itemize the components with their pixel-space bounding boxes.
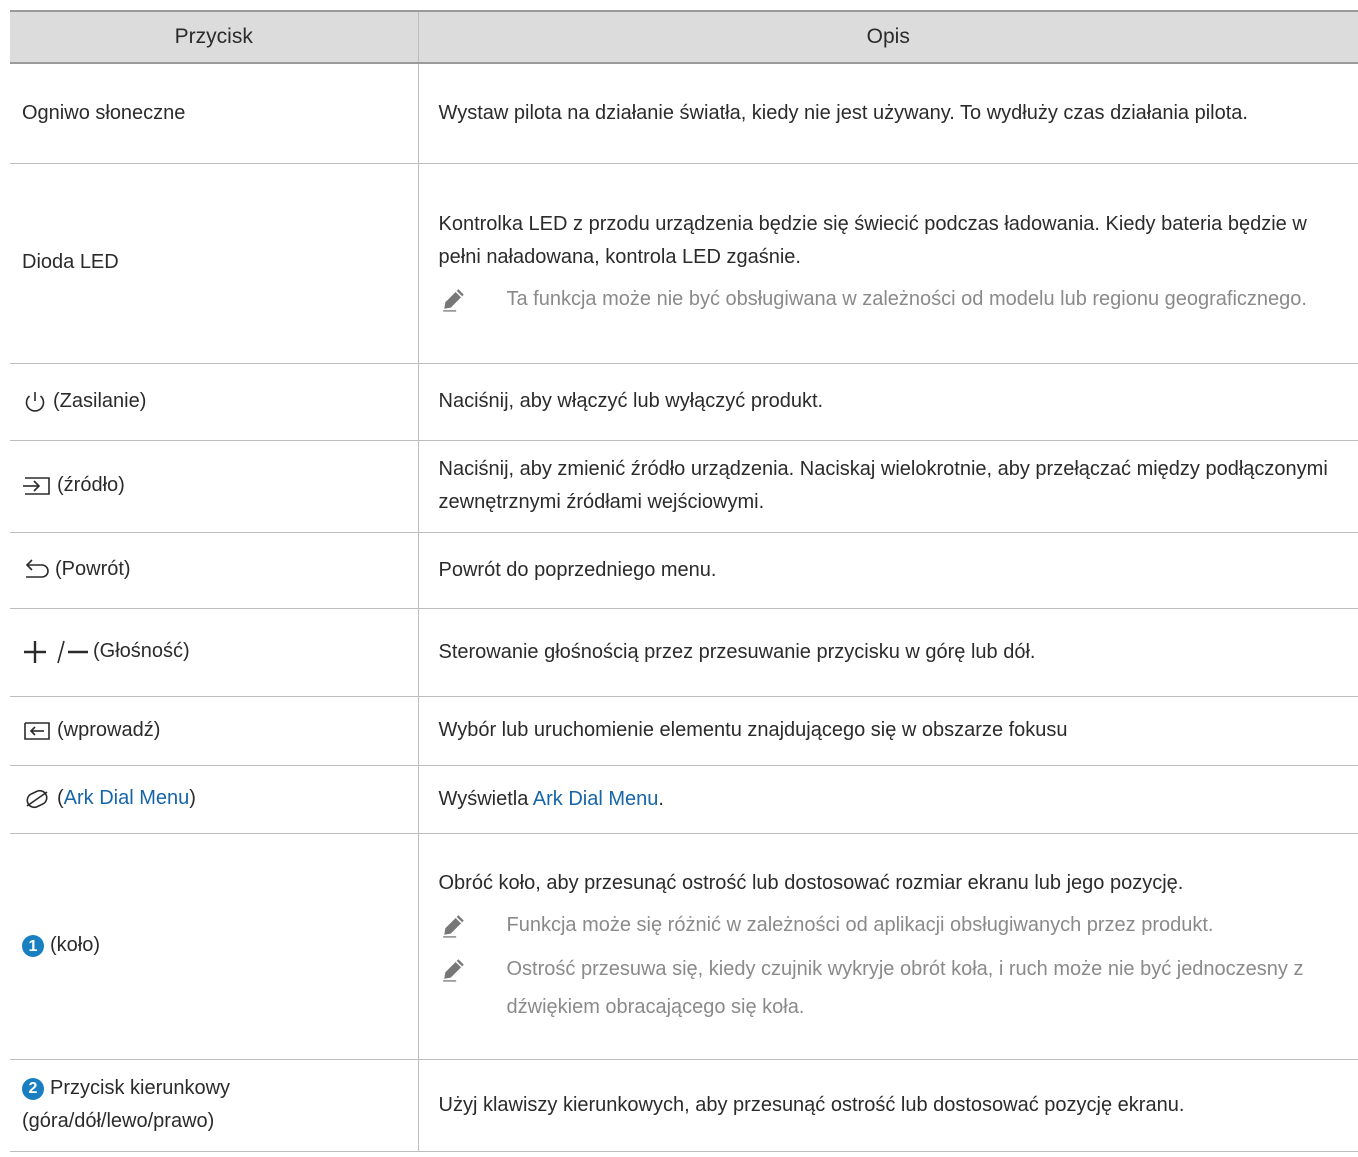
table-header-row: Przycisk Opis [10,10,1358,64]
button-label: (wprowadź) [57,719,161,742]
description-cell: Użyj klawiszy kierunkowych, aby przesuną… [418,1059,1358,1152]
table-row: (Ark Dial Menu) Wyświetla Ark Dial Menu. [10,765,1358,834]
description-text: Kontrolka LED z przodu urządzenia będzie… [438,213,1307,268]
description-cell: Kontrolka LED z przodu urządzenia będzie… [418,163,1358,364]
description-cell: Sterowanie głośnością przez przesuwanie … [418,608,1358,697]
button-cell: Dioda LED [10,163,419,364]
button-label: (Głośność) [93,640,190,663]
number-badge: 2 [22,1077,44,1100]
table-row: (źródło) Naciśnij, aby zmienić źródło ur… [10,440,1358,533]
enter-icon [24,721,50,740]
column-header-button: Przycisk [10,10,419,64]
button-cell: (Zasilanie) [10,363,419,441]
power-icon [25,391,45,412]
description-cell: Naciśnij, aby zmienić źródło urządzenia.… [418,440,1358,533]
number-badge: 1 [22,935,44,958]
table-row: (Głośność) Sterowanie głośnością przez p… [10,608,1358,697]
table-row: Dioda LED Kontrolka LED z przodu urządze… [10,163,1358,364]
button-label: Przycisk kierunkowy (góra/dół/lewo/prawo… [22,1077,231,1133]
ark-dial-icon [26,790,48,809]
source-icon [23,477,50,495]
table-row: 1 (koło) Obróć koło, aby przesunąć ostroś… [10,833,1358,1060]
description-cell: Powrót do poprzedniego menu. [418,532,1358,609]
description-text: Powrót do poprzedniego menu. [438,558,717,581]
table-row: (Powrót) Powrót do poprzedniego menu. [10,532,1358,609]
note: Funkcja może się różnić w zależności od … [439,910,1349,944]
description-cell: Wystaw pilota na działanie światła, kied… [418,63,1358,164]
table-row: Ogniwo słoneczne Wystaw pilota na działa… [10,63,1358,164]
description-cell: Obróć koło, aby przesunąć ostrość lub do… [418,833,1358,1060]
description-text: Naciśnij, aby włączyć lub wyłączyć produ… [438,390,824,412]
button-label: Ogniwo słoneczne [22,101,186,124]
pencil-icon [442,289,464,312]
description-text: Wyświetla Ark Dial Menu. [438,787,664,810]
description-text: Sterowanie głośnością przez przesuwanie … [438,640,1036,663]
button-label: (Zasilanie) [53,390,147,413]
pencil-icon [442,958,464,982]
ark-dial-menu-link[interactable]: Ark Dial Menu [533,788,659,810]
note-text: Ostrość przesuwa się, kiedy czujnik wykr… [506,957,1304,1018]
button-cell: (Ark Dial Menu) [10,765,419,834]
note-text: Funkcja może się różnić w zależności od … [506,913,1214,936]
button-label: (Powrót) [55,558,131,581]
button-label: (koło) [50,934,101,957]
button-cell: (wprowadź) [10,696,419,766]
description-text: Wybór lub uruchomienie elementu znajdują… [438,719,1068,741]
note-text: Ta funkcja może nie być obsługiwana w za… [506,288,1307,310]
button-label: (źródło) [57,474,125,497]
table-row: 2 Przycisk kierunkowy (góra/dół/lewo/praw… [10,1059,1358,1152]
button-cell: (źródło) [10,440,419,533]
button-cell: 1 (koło) [10,833,419,1060]
description-text: Wystaw pilota na działanie światła, kied… [438,101,1248,124]
note: Ta funkcja może nie być obsługiwana w za… [439,284,1349,318]
button-cell: (Głośność) [10,608,419,697]
table-row: (wprowadź) Wybór lub uruchomienie elemen… [10,696,1358,766]
column-header-description: Opis [418,10,1358,64]
button-cell: 2 Przycisk kierunkowy (góra/dół/lewo/praw… [10,1059,419,1152]
button-cell: (Powrót) [10,532,419,609]
table-row: (Zasilanie) Naciśnij, aby włączyć lub wy… [10,363,1358,441]
pencil-icon [442,914,464,938]
description-text: Użyj klawiszy kierunkowych, aby przesuną… [438,1093,1185,1116]
description-cell: Wybór lub uruchomienie elementu znajdują… [418,696,1358,766]
return-icon [25,559,49,578]
volume-icon [24,640,88,664]
description-cell: Wyświetla Ark Dial Menu. [418,765,1358,834]
description-text: Naciśnij, aby zmienić źródło urządzenia.… [438,458,1328,513]
button-description-table: Przycisk Opis Ogniwo słoneczne Wystaw pi… [10,10,1358,1152]
button-cell: Ogniwo słoneczne [10,63,419,164]
button-label: (Ark Dial Menu) [57,787,196,810]
button-label: Dioda LED [22,251,119,274]
ark-dial-menu-link[interactable]: Ark Dial Menu [64,788,190,810]
description-text: Obróć koło, aby przesunąć ostrość lub do… [438,871,1184,894]
description-cell: Naciśnij, aby włączyć lub wyłączyć produ… [418,363,1358,441]
note: Ostrość przesuwa się, kiedy czujnik wykr… [439,954,1349,1026]
